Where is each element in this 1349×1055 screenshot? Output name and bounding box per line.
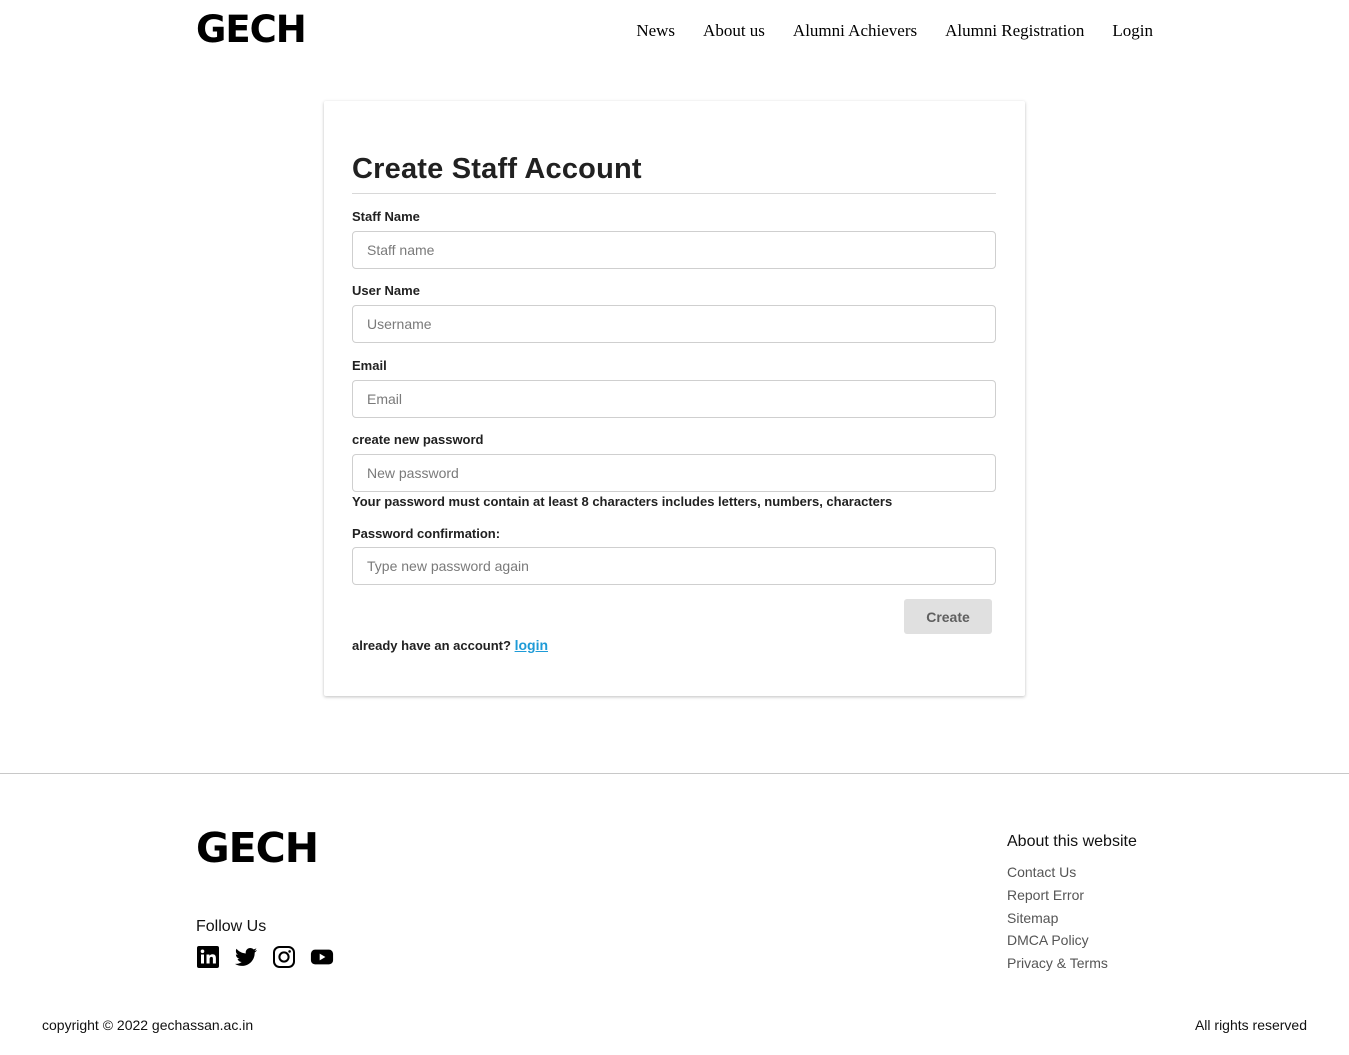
login-prompt: already have an account? login — [352, 637, 548, 653]
follow-us-heading: Follow Us — [196, 918, 267, 935]
linkedin-icon[interactable] — [196, 944, 220, 970]
password-confirm-input[interactable] — [352, 547, 996, 585]
about-website-heading: About this website — [1007, 833, 1137, 850]
nav-login[interactable]: Login — [1112, 20, 1153, 42]
staff-name-input[interactable] — [352, 231, 996, 269]
login-prompt-text: already have an account? — [352, 638, 511, 653]
footer-link-contact-us[interactable]: Contact Us — [1007, 861, 1108, 884]
instagram-icon[interactable] — [272, 944, 296, 970]
site-logo[interactable]: GECH — [196, 10, 307, 50]
create-staff-card: Create Staff Account Staff Name User Nam… — [324, 101, 1025, 696]
new-password-label: create new password — [352, 432, 484, 447]
create-button[interactable]: Create — [904, 599, 992, 634]
email-input[interactable] — [352, 380, 996, 418]
page-title: Create Staff Account — [352, 153, 642, 185]
twitter-icon[interactable] — [234, 944, 258, 970]
title-divider — [352, 193, 996, 194]
nav-news[interactable]: News — [636, 20, 675, 42]
social-links — [196, 944, 334, 970]
user-name-input[interactable] — [352, 305, 996, 343]
main-nav: News About us Alumni Achievers Alumni Re… — [636, 20, 1153, 42]
password-hint: Your password must contain at least 8 ch… — [352, 494, 893, 509]
nav-alumni-registration[interactable]: Alumni Registration — [945, 20, 1084, 42]
footer-divider — [0, 773, 1349, 774]
login-link[interactable]: login — [515, 637, 548, 653]
email-label: Email — [352, 358, 387, 373]
nav-alumni-achievers[interactable]: Alumni Achievers — [793, 20, 917, 42]
footer-link-privacy-terms[interactable]: Privacy & Terms — [1007, 952, 1108, 975]
footer-link-dmca-policy[interactable]: DMCA Policy — [1007, 929, 1108, 952]
about-links: Contact Us Report Error Sitemap DMCA Pol… — [1007, 861, 1108, 975]
rights-text: All rights reserved — [1194, 1017, 1307, 1033]
staff-name-label: Staff Name — [352, 209, 420, 224]
footer-link-sitemap[interactable]: Sitemap — [1007, 907, 1108, 930]
youtube-icon[interactable] — [310, 944, 334, 970]
nav-about-us[interactable]: About us — [703, 20, 765, 42]
new-password-input[interactable] — [352, 454, 996, 492]
password-confirm-label: Password confirmation: — [352, 526, 501, 541]
footer-logo: GECH — [196, 824, 319, 872]
copyright-text: copyright © 2022 gechassan.ac.in — [42, 1017, 254, 1033]
user-name-label: User Name — [352, 283, 420, 298]
footer-link-report-error[interactable]: Report Error — [1007, 884, 1108, 907]
